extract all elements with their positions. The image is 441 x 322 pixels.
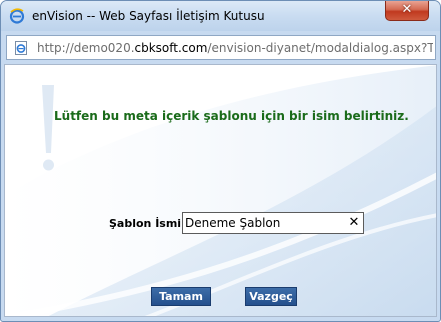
window-title: enVision -- Web Sayfası İletişim Kutusu [32,9,265,23]
address-url: http://demo020.cbksoft.com/envision-diya… [37,41,433,55]
close-icon: ✕ [401,2,413,17]
clear-icon[interactable]: ✕ [346,214,362,232]
cancel-button[interactable]: Vazgeç [245,287,297,306]
ok-button[interactable]: Tamam [151,287,211,306]
template-name-field[interactable]: ✕ [182,212,364,234]
url-domain: cbksoft.com [134,41,208,55]
template-name-input[interactable] [185,215,343,231]
dialog-content: Lütfen bu meta içerik şablonu için bir i… [4,64,437,317]
page-icon [15,41,27,55]
close-button[interactable]: ✕ [385,1,429,21]
prompt-message: Lütfen bu meta içerik şablonu için bir i… [54,109,409,123]
title-bar[interactable]: enVision -- Web Sayfası İletişim Kutusu … [1,1,440,31]
url-path: /envision-diyanet/modaldialog.aspx?Type=… [207,41,433,55]
address-bar: http://demo020.cbksoft.com/envision-diya… [6,35,436,60]
background-swoosh [5,65,436,316]
url-prefix: http://demo020. [37,41,135,55]
dialog-window: enVision -- Web Sayfası İletişim Kutusu … [0,0,441,322]
ie-icon [9,8,25,24]
template-name-label: Şablon İsmi : [109,217,190,230]
exclamation-icon [42,85,54,171]
